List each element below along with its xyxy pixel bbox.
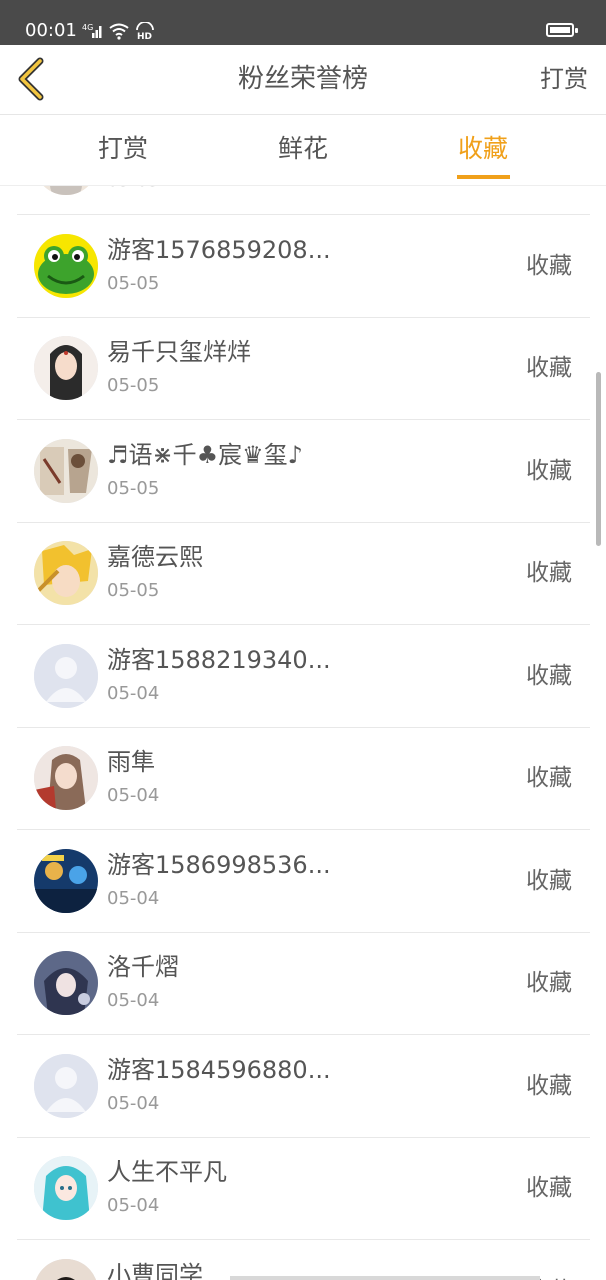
user-name: 洛千熠 [107, 953, 179, 981]
favorite-label: 收藏 [526, 868, 572, 894]
avatar [34, 186, 98, 195]
list-item[interactable]: 游客1588219340... 05-04 收藏 [17, 625, 590, 728]
avatar [34, 1156, 98, 1220]
user-name: 嘉德云熙 [107, 543, 203, 571]
list-item[interactable]: 游客1576859208... 05-05 收藏 [17, 215, 590, 318]
page-title: 粉丝荣誉榜 [237, 64, 368, 94]
battery-icon [546, 23, 578, 37]
list-item[interactable]: 洛千熠 05-04 收藏 [17, 932, 590, 1035]
tab-bar: 打赏 鲜花 收藏 [0, 115, 606, 186]
user-name: 人生不平凡 [107, 1158, 227, 1186]
date: 05-04 [107, 785, 160, 806]
status-time: 00:01 [25, 20, 77, 41]
date: 05-05 [107, 273, 160, 294]
date: 05-04 [107, 990, 160, 1011]
signal-icon: 4G [82, 23, 102, 38]
list-item[interactable]: 嘉德云熙 05-05 收藏 [17, 522, 590, 625]
user-name: 易千只玺烊烊 [107, 338, 251, 366]
user-name: 小曹同学 [107, 1261, 203, 1280]
list-item[interactable]: 05-05 [17, 186, 590, 215]
date: 05-04 [107, 683, 160, 704]
avatar [34, 336, 98, 400]
avatar [34, 541, 98, 605]
avatar [34, 439, 98, 503]
date: 05-04 [107, 1195, 160, 1216]
user-name: 游客1586998536... [107, 851, 331, 879]
list-item[interactable]: ♬语⋇千♣宸♛玺♪ 05-05 收藏 [17, 420, 590, 523]
svg-text:HD: HD [137, 32, 152, 40]
user-name: 游客1576859208... [107, 236, 331, 264]
list-item[interactable]: 小曹同学 收藏 [17, 1240, 590, 1280]
header: 粉丝荣誉榜 打赏 [0, 45, 606, 115]
favorite-label: 收藏 [526, 458, 572, 484]
list-item[interactable]: 人生不平凡 05-04 收藏 [17, 1137, 590, 1240]
fan-list: 05-05 游客1576859208... 05-05 收藏 易 [0, 186, 606, 1280]
favorite-label: 收藏 [526, 1073, 572, 1099]
date: 05-05 [107, 580, 160, 601]
scrollbar[interactable] [596, 372, 601, 546]
avatar [34, 1259, 98, 1280]
date: 05-05 [107, 478, 160, 499]
hd-icon: HD [136, 22, 154, 40]
avatar [34, 951, 98, 1015]
status-bar: 00:01 4G HD [0, 0, 606, 45]
svg-text:4G: 4G [82, 23, 93, 32]
avatar [34, 746, 98, 810]
list-item[interactable]: 雨隼 05-04 收藏 [17, 727, 590, 830]
user-name: 雨隼 [107, 748, 155, 776]
list-item[interactable]: 游客1584596880... 05-04 收藏 [17, 1035, 590, 1138]
wifi-icon [109, 23, 129, 40]
user-name: 游客1588219340... [107, 646, 331, 674]
avatar [34, 849, 98, 913]
user-name: ♬语⋇千♣宸♛玺♪ [107, 441, 303, 469]
favorite-label: 收藏 [526, 970, 572, 996]
avatar [34, 234, 98, 298]
date: 05-05 [107, 375, 160, 396]
date: 05-04 [107, 1093, 160, 1114]
list-item[interactable]: 易千只玺烊烊 05-05 收藏 [17, 317, 590, 420]
tab-reward[interactable]: 打赏 [98, 133, 148, 165]
reward-button[interactable]: 打赏 [540, 63, 588, 95]
active-tab-indicator [457, 175, 510, 179]
favorite-label: 收藏 [526, 765, 572, 791]
favorite-label: 收藏 [526, 663, 572, 689]
bottom-edge-strip [230, 1276, 540, 1280]
status-icons: 4G HD [82, 20, 156, 42]
favorite-label: 收藏 [526, 355, 572, 381]
favorite-label: 收藏 [526, 253, 572, 279]
date: 05-04 [107, 888, 160, 909]
favorite-label: 收藏 [526, 1175, 572, 1201]
default-avatar [34, 644, 98, 708]
tab-flowers[interactable]: 鲜花 [278, 133, 328, 165]
favorite-label: 收藏 [526, 560, 572, 586]
user-name: 游客1584596880... [107, 1056, 331, 1084]
tab-favorites[interactable]: 收藏 [458, 133, 508, 165]
list-item[interactable]: 游客1586998536... 05-04 收藏 [17, 830, 590, 933]
default-avatar [34, 1054, 98, 1118]
date: 05-05 [107, 186, 159, 192]
